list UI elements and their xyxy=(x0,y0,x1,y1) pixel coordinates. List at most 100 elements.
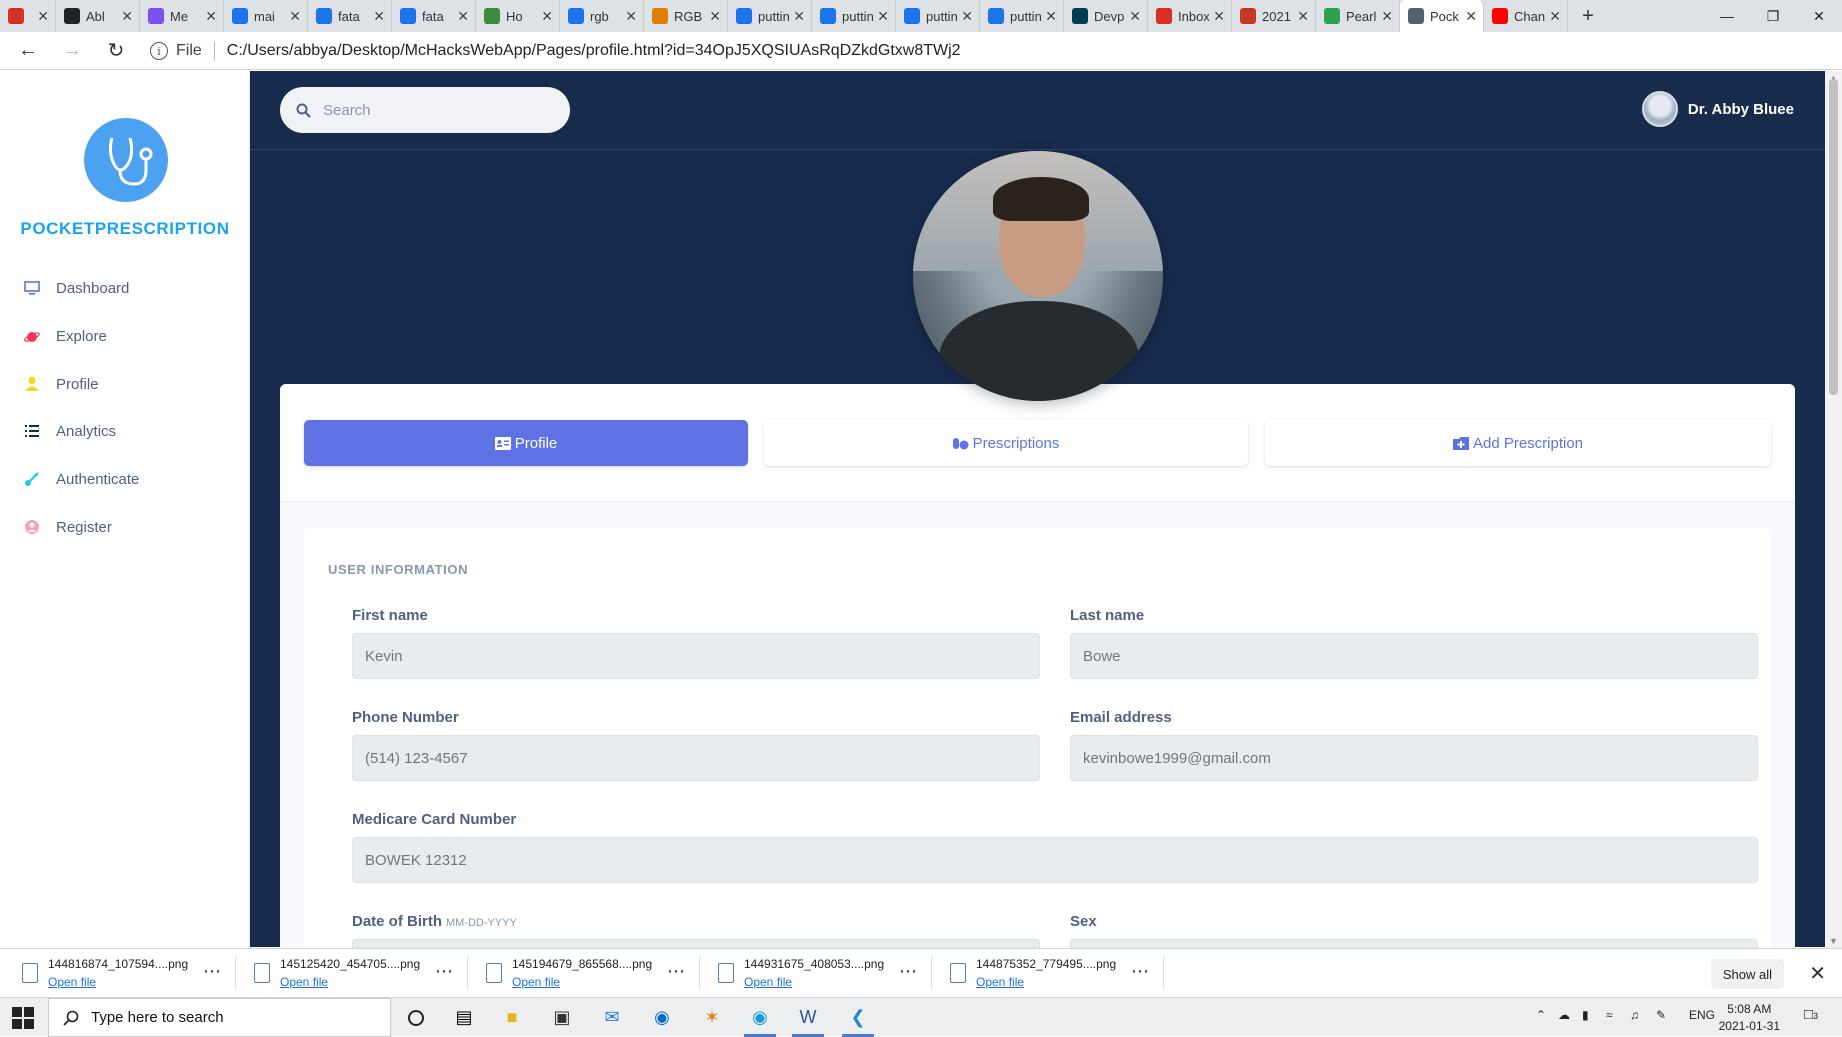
close-tab-icon[interactable]: ✕ xyxy=(205,8,217,25)
last-name-field[interactable] xyxy=(1070,633,1758,679)
scroll-down-icon[interactable]: ▼ xyxy=(1825,936,1842,946)
close-tab-icon[interactable]: ✕ xyxy=(121,8,133,25)
sidebar-item-dashboard[interactable]: Dashboard xyxy=(24,276,129,300)
sidebar-item-register[interactable]: Register xyxy=(24,515,112,539)
avatar[interactable] xyxy=(1641,91,1678,127)
browser-tab[interactable]: Inbox (2✕ xyxy=(1148,0,1232,32)
browser-tab[interactable]: fata ✕ xyxy=(308,0,392,32)
close-downloads-icon[interactable]: ✕ xyxy=(1809,961,1826,986)
close-tab-icon[interactable]: ✕ xyxy=(961,8,973,25)
open-file-link[interactable]: Open file xyxy=(48,973,188,991)
close-tab-icon[interactable]: ✕ xyxy=(625,8,637,25)
tab-prescriptions[interactable]: Prescriptions xyxy=(764,420,1248,466)
info-icon[interactable]: i xyxy=(150,42,168,60)
close-tab-icon[interactable]: ✕ xyxy=(1297,8,1309,25)
store-icon[interactable]: ▣ xyxy=(540,1002,584,1033)
open-file-link[interactable]: Open file xyxy=(744,973,884,991)
forward-icon[interactable]: → xyxy=(50,32,94,70)
tab-profile[interactable]: Profile xyxy=(304,420,748,466)
browser-tab[interactable]: Channel✕ xyxy=(1484,0,1568,32)
close-tab-icon[interactable]: ✕ xyxy=(541,8,553,25)
scrollbar-thumb[interactable] xyxy=(1829,79,1838,395)
browser-tab[interactable]: putting✕ xyxy=(980,0,1064,32)
browser-tab[interactable]: Me ✕ xyxy=(140,0,224,32)
taskbar-search[interactable]: Type here to search xyxy=(48,998,391,1037)
task-view-icon[interactable]: ▤ xyxy=(442,1002,486,1033)
close-tab-icon[interactable]: ✕ xyxy=(457,8,469,25)
phone-field[interactable] xyxy=(352,735,1040,781)
browser-tab[interactable]: mai ✕ xyxy=(224,0,308,32)
open-file-link[interactable]: Open file xyxy=(976,973,1116,991)
page-scrollbar[interactable]: ▲ ▼ xyxy=(1825,71,1842,948)
sidebar-item-profile[interactable]: Profile xyxy=(24,372,99,396)
more-icon[interactable]: ⋯ xyxy=(1131,961,1150,982)
download-item[interactable]: 144816874_107594....png Open file ⋯ xyxy=(14,955,236,993)
more-icon[interactable]: ⋯ xyxy=(899,961,918,982)
download-item[interactable]: 144931675_408053....png Open file ⋯ xyxy=(710,955,932,993)
notifications-icon[interactable]: □3 xyxy=(1804,1006,1818,1023)
medicare-field[interactable] xyxy=(352,837,1758,883)
browser-tab[interactable]: Ho ✕ xyxy=(476,0,560,32)
sidebar-item-authenticate[interactable]: Authenticate xyxy=(24,467,139,491)
windows-start-icon[interactable] xyxy=(12,1007,34,1029)
volume-icon[interactable]: ♫ xyxy=(1630,1008,1639,1022)
dob-field[interactable] xyxy=(352,939,1040,948)
email-field[interactable] xyxy=(1070,735,1758,781)
close-tab-icon[interactable]: ✕ xyxy=(373,8,385,25)
download-item[interactable]: 145125420_454705....png Open file ⋯ xyxy=(246,955,468,993)
mail-icon[interactable]: ✉ xyxy=(590,1002,634,1033)
more-icon[interactable]: ⋯ xyxy=(435,961,454,982)
sidebar-item-analytics[interactable]: Analytics xyxy=(24,419,116,443)
user-name[interactable]: Dr. Abby Bluee xyxy=(1688,101,1794,118)
stethoscope-logo-icon[interactable] xyxy=(84,118,168,202)
browser-tab[interactable]: putting✕ xyxy=(896,0,980,32)
close-tab-icon[interactable]: ✕ xyxy=(1381,8,1393,25)
close-tab-icon[interactable]: ✕ xyxy=(289,8,301,25)
download-item[interactable]: 145194679_865568....png Open file ⋯ xyxy=(478,955,700,993)
browser-tab[interactable]: putting✕ xyxy=(812,0,896,32)
browser-tab[interactable]: Pock ✕ xyxy=(1400,0,1484,32)
close-tab-icon[interactable]: ✕ xyxy=(37,8,49,25)
dell-icon[interactable]: ◉ xyxy=(640,1002,684,1033)
pen-icon[interactable]: ✎ xyxy=(1656,1008,1666,1022)
browser-tab[interactable]: rgb ✕ xyxy=(560,0,644,32)
browser-tab[interactable]: Devpost✕ xyxy=(1064,0,1148,32)
open-file-link[interactable]: Open file xyxy=(512,973,652,991)
url-field[interactable]: i File C:/Users/abbya/Desktop/McHacksWeb… xyxy=(150,36,1600,66)
close-tab-icon[interactable]: ✕ xyxy=(793,8,805,25)
cortana-icon[interactable] xyxy=(394,1002,438,1033)
language-indicator[interactable]: ENG xyxy=(1689,1008,1715,1022)
reload-icon[interactable]: ↻ xyxy=(94,32,138,70)
close-tab-icon[interactable]: ✕ xyxy=(877,8,889,25)
close-tab-icon[interactable]: ✕ xyxy=(1213,8,1225,25)
sex-field[interactable] xyxy=(1070,939,1758,948)
browser-tab[interactable]: ✕ xyxy=(0,0,56,32)
show-all-button[interactable]: Show all xyxy=(1710,959,1784,989)
browser-tab[interactable]: 2021 Sea✕ xyxy=(1232,0,1316,32)
browser-tab[interactable]: fata ✕ xyxy=(392,0,476,32)
search-input[interactable] xyxy=(323,101,543,119)
close-tab-icon[interactable]: ✕ xyxy=(1465,8,1477,25)
edge-icon[interactable]: ◉ xyxy=(738,1002,782,1037)
brand-name[interactable]: POCKETPRESCRIPTION xyxy=(0,219,250,239)
close-tab-icon[interactable]: ✕ xyxy=(1129,8,1141,25)
download-item[interactable]: 144875352_779495....png Open file ⋯ xyxy=(942,955,1164,993)
open-file-link[interactable]: Open file xyxy=(280,973,420,991)
new-tab-icon[interactable]: + xyxy=(1568,0,1608,32)
first-name-field[interactable] xyxy=(352,633,1040,679)
show-hidden-icons-icon[interactable]: ⌃ xyxy=(1536,1008,1546,1022)
file-explorer-icon[interactable]: ■ xyxy=(490,1002,534,1033)
blender-icon[interactable]: ✶ xyxy=(690,1002,734,1033)
user-menu[interactable]: Dr. Abby Bluee xyxy=(1641,91,1794,127)
browser-tab[interactable]: Abl ✕ xyxy=(56,0,140,32)
back-icon[interactable]: ← xyxy=(6,32,50,70)
word-icon[interactable]: W xyxy=(786,1002,830,1037)
tab-add-prescription[interactable]: Add Prescription xyxy=(1265,420,1771,466)
minimize-icon[interactable]: — xyxy=(1704,0,1750,32)
close-tab-icon[interactable]: ✕ xyxy=(1045,8,1057,25)
close-tab-icon[interactable]: ✕ xyxy=(1549,8,1561,25)
taskbar-clock[interactable]: 5:08 AM 2021-01-31 xyxy=(1719,1001,1780,1035)
url-text[interactable]: C:/Users/abbya/Desktop/McHacksWebApp/Pag… xyxy=(227,42,961,60)
wifi-icon[interactable]: ≈ xyxy=(1606,1008,1613,1022)
maximize-icon[interactable]: ❐ xyxy=(1750,0,1796,32)
